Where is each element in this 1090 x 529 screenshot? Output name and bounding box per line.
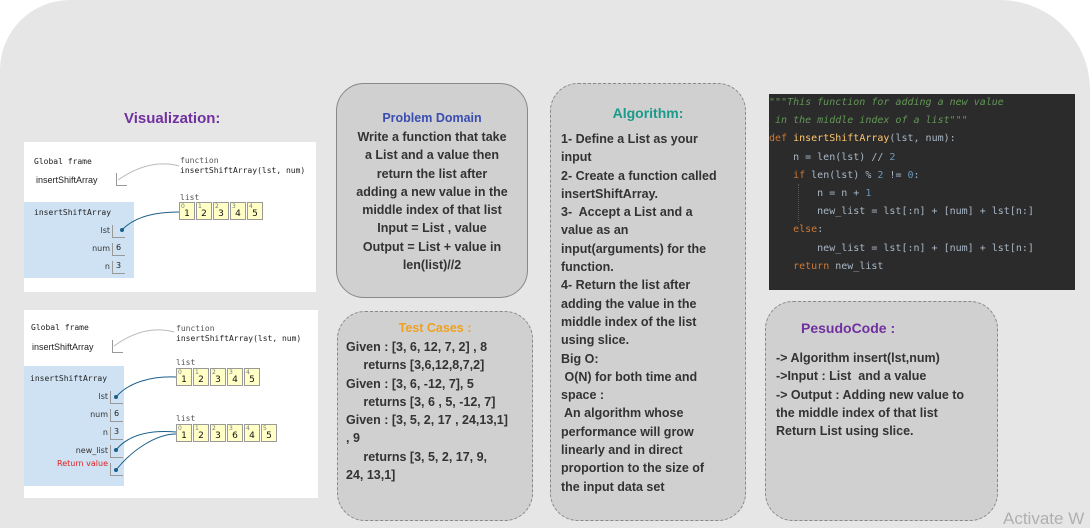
- text-line: a List and a value then: [364, 148, 500, 163]
- text-line: ->Input : List and a value: [776, 369, 927, 384]
- test-cases-text: Given : [3, 6, 12, 7, 2] , 8 returns [3,…: [346, 338, 508, 484]
- code-token: 1: [865, 187, 872, 199]
- code-token: :: [913, 169, 920, 181]
- text-line: adding a new value in the: [356, 184, 508, 199]
- text-line: returns [3, 6 , 5, -12, 7]: [346, 394, 496, 409]
- text-line: Given : [3, 5, 2, 17 , 24,13,1]: [346, 413, 508, 428]
- activate-watermark: Activate W: [1003, 509, 1085, 528]
- code-line: n = n + 1: [769, 185, 1075, 203]
- algorithm-text: 1- Define a List as your input 2- Create a…: [561, 130, 717, 496]
- text-line: 24, 13,1]: [346, 468, 396, 483]
- text-line: using slice.: [561, 333, 630, 348]
- pseudocode-box: PesudoCode : -> Algorithm insert(lst,num…: [765, 301, 998, 521]
- text-line: , 9: [346, 431, 360, 446]
- test-cases-box: Test Cases : Given : [3, 6, 12, 7, 2] , …: [337, 311, 533, 521]
- text-line: input: [561, 150, 592, 165]
- text-line: linearly and in direct: [561, 443, 683, 458]
- code-token: """This function for adding a new value: [769, 97, 1004, 108]
- code-line: """This function for adding a new value: [769, 94, 1075, 112]
- code-panel: """This function for adding a new value …: [769, 94, 1075, 290]
- text-line: -> Algorithm insert(lst,num): [776, 351, 940, 365]
- text-line: Input = List , value: [377, 221, 487, 236]
- code-line: new_list = lst[:n] + [num] + lst[n:]: [769, 240, 1075, 258]
- text-line: Return List using slice.: [776, 424, 914, 439]
- text-line: Output = List + value in: [362, 239, 502, 254]
- code-token: !=: [883, 169, 908, 181]
- problem-domain-title: Problem Domain: [382, 111, 482, 125]
- indent-guide: [798, 184, 799, 222]
- text-line: 1- Define a List as your: [561, 132, 698, 146]
- text-line: space :: [561, 388, 605, 403]
- pseudocode-text: -> Algorithm insert(lst,num) ->Input : Li…: [776, 349, 964, 440]
- code-token: new_list: [835, 260, 884, 272]
- text-line: Given : [3, 6, 12, 7, 2] , 8: [346, 340, 488, 354]
- text-line: insertShiftArray.: [561, 186, 659, 201]
- code-token: insertShiftArray: [793, 133, 890, 145]
- text-line: middle index of that list: [362, 203, 502, 218]
- visualization-panel-1: Global frame insertShiftArray function i…: [24, 142, 316, 292]
- code-token: :: [817, 224, 824, 236]
- text-line: returns [3,6,12,8,7,2]: [346, 358, 485, 373]
- code-token: in the middle index of a list""": [769, 115, 968, 127]
- text-line: 2- Create a function called: [561, 168, 717, 183]
- problem-domain-box: Problem Domain Write a function that tak…: [336, 83, 528, 298]
- text-line: Write a function that take: [357, 130, 507, 144]
- text-line: An algorithm whose: [561, 406, 684, 421]
- code-token: len(lst) %: [811, 169, 878, 181]
- text-line: function.: [561, 260, 614, 275]
- code-token: return: [793, 260, 836, 272]
- text-line: Big O:: [561, 351, 599, 366]
- code-token: new_list = lst[:n] + [num] + lst[n:]: [769, 206, 1034, 218]
- code-line: new_list = lst[:n] + [num] + lst[n:]: [769, 203, 1075, 221]
- text-line: return the list after: [376, 166, 488, 181]
- problem-domain-text: Write a function that take a List and a v…: [337, 128, 527, 274]
- text-line: len(list)//2: [402, 258, 462, 273]
- text-line: adding the value in the: [561, 296, 697, 311]
- text-line: 3- Accept a List and a: [561, 205, 693, 220]
- text-line: the input data set: [561, 479, 665, 494]
- text-line: returns [3, 5, 2, 17, 9,: [346, 449, 488, 464]
- code-line: n = len(lst) // 2: [769, 149, 1075, 167]
- code-line: in the middle index of a list""": [769, 112, 1075, 130]
- text-line: O(N) for both time and: [561, 369, 698, 384]
- algorithm-title: Algorithm:: [612, 105, 684, 121]
- code-token: new_list = lst[:n] + [num] + lst[n:]: [769, 242, 1034, 254]
- code-token: if: [793, 169, 812, 181]
- code-token: else: [793, 224, 818, 236]
- text-line: proportion to the size of: [561, 461, 705, 476]
- code-token: (lst, num):: [889, 133, 956, 145]
- code-line: def insertShiftArray(lst, num):: [769, 130, 1075, 148]
- pointer-arrows: [117, 163, 180, 232]
- text-line: input(arguments) for the: [561, 241, 707, 256]
- text-line: value as an: [561, 223, 629, 238]
- pointer-arrows: [113, 329, 177, 472]
- text-line: -> Output : Adding new value to: [776, 387, 965, 402]
- text-line: middle index of the list: [561, 314, 697, 329]
- code-line: if len(lst) % 2 != 0:: [769, 167, 1075, 185]
- code-token: n = n +: [769, 187, 866, 199]
- pseudocode-title: PesudoCode :: [801, 320, 896, 336]
- test-cases-title: Test Cases :: [398, 321, 472, 335]
- code-line: else:: [769, 221, 1075, 239]
- text-line: performance will grow: [561, 424, 694, 439]
- code-token: 2: [889, 151, 896, 163]
- visualization-title: Visualization:: [124, 110, 221, 127]
- algorithm-box: Algorithm: 1- Define a List as your input…: [550, 83, 746, 521]
- code-token: def: [769, 133, 794, 145]
- text-line: 4- Return the list after: [561, 278, 691, 293]
- code-token: n = len(lst) //: [769, 151, 890, 163]
- text-line: Given : [3, 6, -12, 7], 5: [346, 376, 474, 391]
- text-line: the middle index of that list: [776, 405, 938, 420]
- code-line: return new_list: [769, 258, 1075, 276]
- visualization-panel-2: Global frame insertShiftArray function i…: [24, 310, 318, 498]
